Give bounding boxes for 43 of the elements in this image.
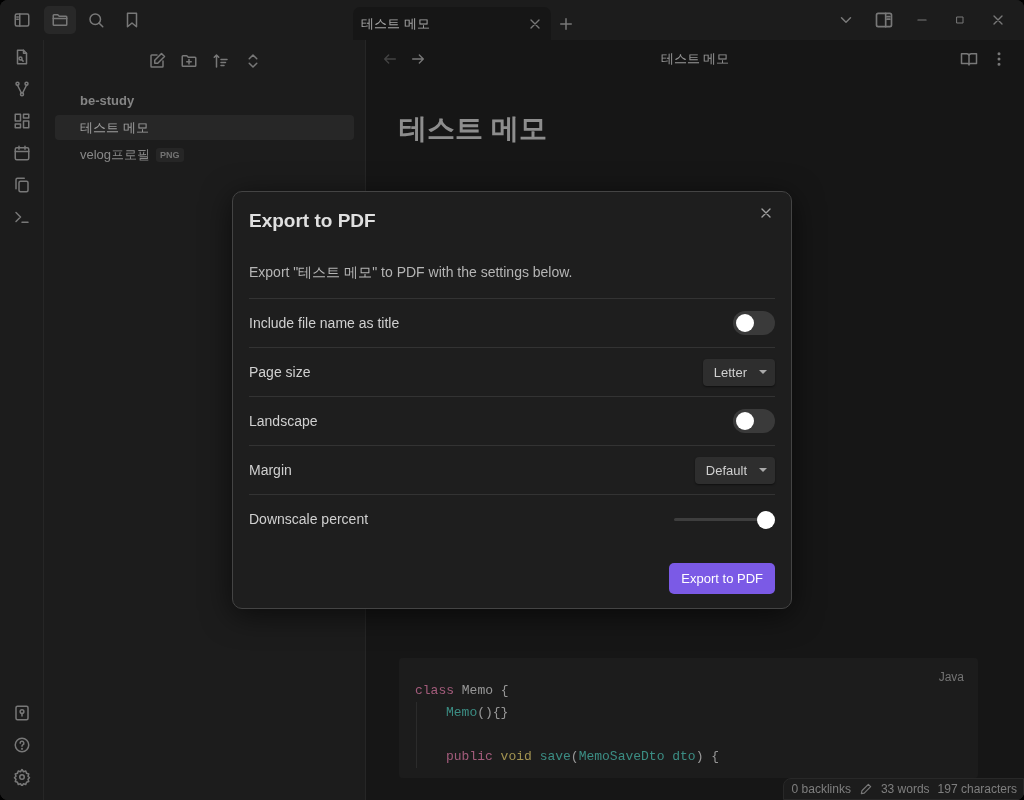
graph-icon[interactable] bbox=[12, 80, 31, 98]
folder-icon[interactable] bbox=[44, 6, 76, 34]
file-type-badge: PNG bbox=[156, 147, 184, 162]
new-folder-icon[interactable] bbox=[179, 52, 198, 70]
setting-label: Page size bbox=[249, 364, 311, 380]
code-line: Memo(){} bbox=[446, 704, 510, 722]
tab-label[interactable]: 테스트 메모 bbox=[361, 14, 430, 33]
backlinks-count[interactable]: 0 backlinks bbox=[791, 782, 851, 796]
forward-icon[interactable] bbox=[410, 51, 426, 67]
grid-icon[interactable] bbox=[12, 112, 31, 130]
export-button[interactable]: Export to PDF bbox=[669, 563, 775, 594]
note-title: 테스트 메모 bbox=[660, 50, 730, 68]
file-item[interactable]: velog프로필 PNG bbox=[55, 142, 354, 167]
new-note-icon[interactable] bbox=[147, 52, 166, 70]
help-icon[interactable] bbox=[12, 736, 31, 754]
code-line: public void save(MemoSaveDto dto) { bbox=[446, 748, 721, 766]
setting-label: Downscale percent bbox=[249, 511, 369, 527]
setting-label: Margin bbox=[249, 462, 292, 478]
code-line: class Memo { bbox=[415, 682, 510, 700]
vault-icon[interactable] bbox=[12, 704, 31, 722]
reading-view-icon[interactable] bbox=[960, 50, 978, 68]
language-label: Java bbox=[938, 670, 964, 684]
copy-icon[interactable] bbox=[12, 176, 31, 194]
toggle-switch[interactable] bbox=[733, 409, 775, 433]
dropdown[interactable]: Default bbox=[694, 456, 775, 484]
setting-label: Include file name as title bbox=[249, 315, 400, 331]
dropdown[interactable]: Letter bbox=[702, 358, 775, 386]
setting-label: Landscape bbox=[249, 413, 318, 429]
dialog-description: Export "테스트 메모" to PDF with the settings below. bbox=[249, 264, 775, 299]
sort-icon[interactable] bbox=[211, 52, 230, 70]
calendar-icon[interactable] bbox=[12, 144, 31, 162]
file-item[interactable]: 테스트 메모 bbox=[55, 115, 354, 140]
tab[interactable]: 테스트 메모 bbox=[353, 7, 551, 40]
word-count: 33 words bbox=[880, 782, 930, 796]
slider-thumb[interactable] bbox=[757, 510, 775, 529]
folder-item[interactable]: be-study bbox=[55, 88, 354, 113]
settings-icon[interactable] bbox=[12, 768, 31, 786]
toggle-switch[interactable] bbox=[733, 311, 775, 335]
note-heading: 테스트 메모 bbox=[399, 112, 548, 146]
character-count: 197 characters bbox=[937, 782, 1017, 796]
pencil-icon[interactable] bbox=[858, 782, 873, 796]
dialog-title: Export to PDF bbox=[249, 210, 376, 232]
file-name[interactable]: velog프로필 bbox=[80, 145, 151, 164]
